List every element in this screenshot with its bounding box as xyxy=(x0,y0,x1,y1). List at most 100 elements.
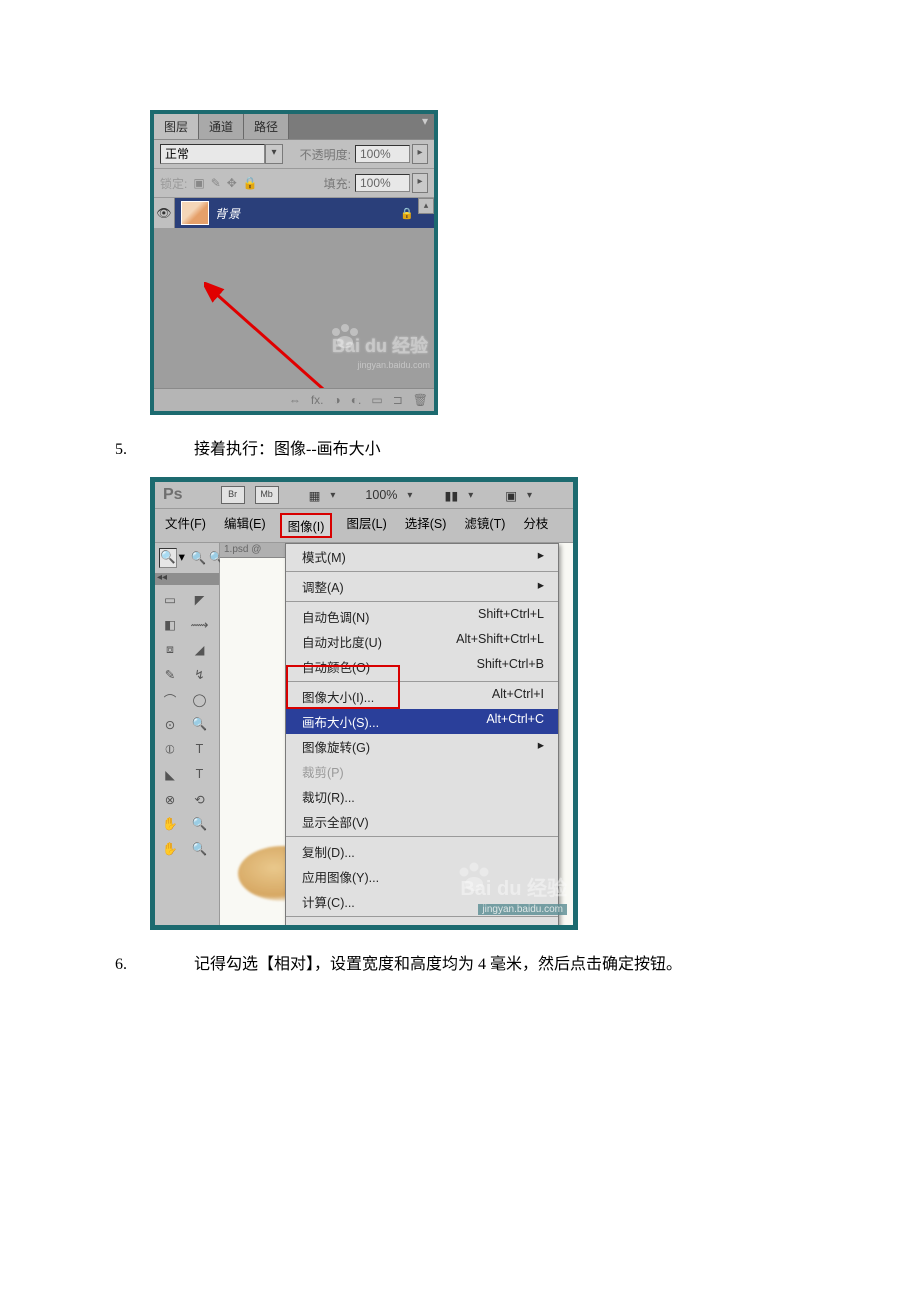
adjustment-icon[interactable]: ◐. xyxy=(351,393,362,407)
step-text: 记得勾选【相对】，设置宽度和高度均为 4 毫米，然后点击确定按钮。 xyxy=(194,950,682,974)
opacity-label: 不透明度: xyxy=(300,146,351,163)
tool-blur-icon[interactable]: ⦶ xyxy=(160,739,180,759)
dd-image-size[interactable]: 图像大小(I)... Alt+Ctrl+I xyxy=(286,684,558,709)
tool-stamp-icon[interactable]: ⌒ xyxy=(160,689,180,709)
blend-mode-dropdown-icon[interactable]: ▾ xyxy=(265,144,283,164)
tool-hand-icon[interactable]: 🔍 xyxy=(190,814,210,834)
tool-heal-icon[interactable]: ✎ xyxy=(160,664,180,684)
fill-flyout-icon[interactable]: ▸ xyxy=(412,173,428,193)
blend-mode-select[interactable]: 正常 xyxy=(160,144,265,164)
dd-adjust[interactable]: 调整(A) ▸ xyxy=(286,574,558,599)
panel-menu-icon[interactable]: ▾ xyxy=(289,114,434,139)
dd-label: 裁切(R)... xyxy=(302,787,355,806)
figure-2: Ps Br Mb ▦ ▾ 100% ▾ ▮▮ ▾ ▣ ▾ 文件(F) 编辑(E) xyxy=(150,477,920,930)
lock-fill-row: 锁定: ▣ ✎ ✥ 🔒 填充: 100% ▸ xyxy=(154,169,434,198)
group-icon[interactable]: ▭ xyxy=(371,393,382,407)
tool-pen-icon[interactable]: ◣ xyxy=(160,764,180,784)
dd-label: 图像大小(I)... xyxy=(302,687,374,706)
lock-label: 锁定: xyxy=(160,175,187,192)
app-body: 🔍 ▾ 🔍 🔍 ◂◂ ▭ ◤ ◧ ⟿ ⧈ ◢ xyxy=(155,543,573,925)
tool-dodge-icon[interactable]: T xyxy=(190,739,210,759)
layer-thumbnail[interactable] xyxy=(181,201,209,225)
zoom-value[interactable]: 100% xyxy=(365,488,397,502)
menu-edit[interactable]: 编辑(E) xyxy=(220,513,270,538)
lock-brush-icon[interactable]: ✎ xyxy=(211,176,221,190)
new-layer-icon[interactable]: ⊐ xyxy=(393,393,403,407)
link-icon[interactable]: ⇔ xyxy=(289,393,301,407)
tool-gradient-icon[interactable]: 🔍 xyxy=(190,714,210,734)
tools-palette: ▭ ◤ ◧ ⟿ ⧈ ◢ ✎ ↯ ⌒ ◯ ⊙ 🔍 ⦶ T ◣ xyxy=(157,587,217,861)
watermark-text: Bai du 经验 xyxy=(460,872,567,901)
arrange-icon[interactable]: ▮▮ xyxy=(444,488,458,503)
dd-label: 应用图像(Y)... xyxy=(302,867,379,886)
zoom-tool-icon[interactable]: 🔍 xyxy=(159,548,177,568)
dd-auto-contrast[interactable]: 自动对比度(U) Alt+Shift+Ctrl+L xyxy=(286,629,558,654)
tool-lasso-icon[interactable]: ◧ xyxy=(160,614,180,634)
panel-collapse-bar[interactable]: ◂◂ xyxy=(155,573,219,585)
zoom-tool-caret-icon[interactable]: ▾ xyxy=(179,549,185,567)
tab-paths[interactable]: 路径 xyxy=(244,114,289,139)
menubar: 文件(F) 编辑(E) 图像(I) 图层(L) 选择(S) 滤镜(T) 分枝 xyxy=(155,509,573,543)
tool-eyedropper-icon[interactable]: ◢ xyxy=(190,639,210,659)
dd-duplicate[interactable]: 复制(D)... xyxy=(286,839,558,864)
step-text: 接着执行：图像--画布大小 xyxy=(194,435,381,459)
dd-rotate[interactable]: 图像旋转(G) ▸ xyxy=(286,734,558,759)
fill-input[interactable]: 100% xyxy=(355,174,410,192)
menu-more[interactable]: 分枝 xyxy=(519,513,552,538)
zoom-in-icon[interactable]: 🔍 xyxy=(191,551,207,566)
lock-move-icon[interactable]: ✥ xyxy=(227,176,237,190)
screen-mode-caret-icon[interactable]: ▾ xyxy=(330,490,335,501)
tool-move-icon[interactable]: ◤ xyxy=(190,589,210,609)
figure-1: 图层 通道 路径 ▾ 正常 ▾ 不透明度: 100% ▸ 锁定: ▣ ✎ ✥ 🔒 xyxy=(150,110,920,415)
dd-reveal-all[interactable]: 显示全部(V) xyxy=(286,809,558,834)
image-menu-dropdown: 模式(M) ▸ 调整(A) ▸ 自动色调(N) Shift+Ctrl+L xyxy=(285,543,559,925)
tool-path-icon[interactable]: ⊗ xyxy=(160,789,180,809)
minibridge-button[interactable]: Mb xyxy=(255,486,279,504)
step-number: 6. xyxy=(115,956,190,974)
lock-transparency-icon[interactable]: ▣ xyxy=(193,176,204,190)
dd-auto-color[interactable]: 自动颜色(O) Shift+Ctrl+B xyxy=(286,654,558,679)
dd-label: 变量(B) xyxy=(302,922,344,925)
tool-history-icon[interactable]: ◯ xyxy=(190,689,210,709)
visibility-toggle-icon[interactable]: 👁 xyxy=(154,198,175,228)
tab-channels[interactable]: 通道 xyxy=(199,114,244,139)
menu-file[interactable]: 文件(F) xyxy=(161,513,210,538)
opacity-input[interactable]: 100% xyxy=(355,145,410,163)
dd-variables[interactable]: 变量(B) ▸ xyxy=(286,919,558,925)
tool-shape-icon[interactable]: ⟲ xyxy=(190,789,210,809)
screen-caret-icon[interactable]: ▾ xyxy=(527,490,532,501)
lock-all-icon[interactable]: 🔒 xyxy=(243,176,258,190)
dd-trim[interactable]: 裁切(R)... xyxy=(286,784,558,809)
tool-3d-icon[interactable]: ✋ xyxy=(160,814,180,834)
zoom-caret-icon[interactable]: ▾ xyxy=(407,490,412,501)
layer-row-background[interactable]: 👁 背景 🔒 xyxy=(154,198,434,228)
tool-eraser-icon[interactable]: ⊙ xyxy=(160,714,180,734)
trash-icon[interactable]: 🗑 xyxy=(413,393,428,407)
screen-mode-icon[interactable]: ▦ xyxy=(309,488,321,503)
tool-crop-icon[interactable]: ⧈ xyxy=(160,639,180,659)
menu-image[interactable]: 图像(I) xyxy=(280,513,333,538)
menu-layer[interactable]: 图层(L) xyxy=(342,513,390,538)
fx-icon[interactable]: fx. xyxy=(311,393,324,407)
arrange-caret-icon[interactable]: ▾ xyxy=(468,490,473,501)
lock-icons-group: ▣ ✎ ✥ 🔒 xyxy=(193,176,257,190)
menu-select[interactable]: 选择(S) xyxy=(401,513,451,538)
tab-layers[interactable]: 图层 xyxy=(154,114,199,139)
bridge-button[interactable]: Br xyxy=(221,486,245,504)
tool-type-icon[interactable]: T xyxy=(190,764,210,784)
tool-hand2-icon[interactable]: ✋ xyxy=(160,839,180,859)
screen-icon[interactable]: ▣ xyxy=(505,488,517,503)
dd-label: 显示全部(V) xyxy=(302,812,369,831)
opacity-flyout-icon[interactable]: ▸ xyxy=(412,144,428,164)
mask-icon[interactable]: ◑ xyxy=(334,393,341,407)
menu-filter[interactable]: 滤镜(T) xyxy=(460,513,509,538)
tool-marquee-icon[interactable]: ▭ xyxy=(160,589,180,609)
dd-mode[interactable]: 模式(M) ▸ xyxy=(286,544,558,569)
zoom-tool-row: 🔍 ▾ 🔍 🔍 xyxy=(157,545,217,571)
dd-canvas-size[interactable]: 画布大小(S)... Alt+Ctrl+C xyxy=(286,709,558,734)
tool-zoom-icon[interactable]: 🔍 xyxy=(190,839,210,859)
dd-auto-tone[interactable]: 自动色调(N) Shift+Ctrl+L xyxy=(286,604,558,629)
scroll-up-icon[interactable]: ▴ xyxy=(418,198,434,214)
tool-brush-icon[interactable]: ↯ xyxy=(190,664,210,684)
tool-wand-icon[interactable]: ⟿ xyxy=(190,614,210,634)
